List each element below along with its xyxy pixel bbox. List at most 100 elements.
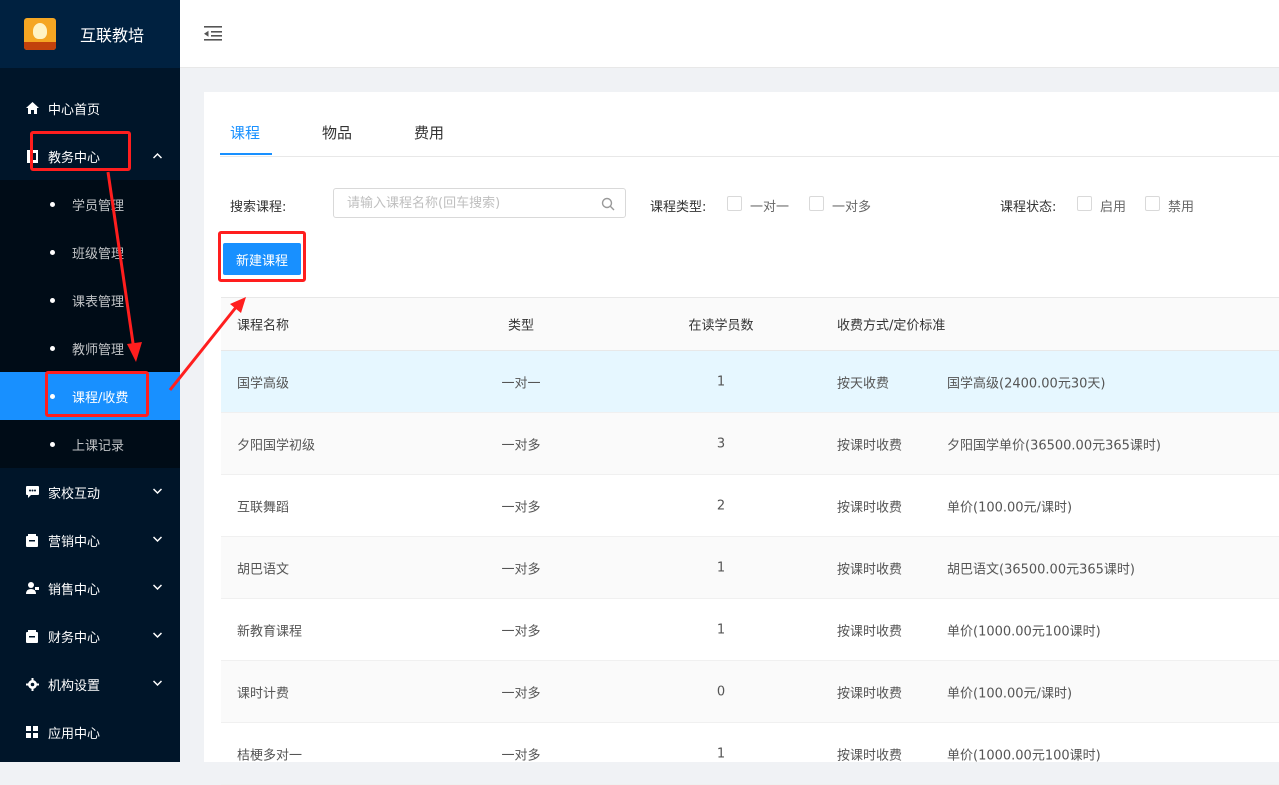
apps-icon — [24, 725, 40, 739]
table-header: 课程名称 类型 在读学员数 收费方式/定价标准 — [221, 297, 1279, 351]
course-name: 国学高级 — [237, 376, 290, 391]
tab-courses[interactable]: 课程 — [230, 122, 260, 143]
chevron-down-icon — [152, 631, 163, 642]
course-type-text: 一对多 — [501, 438, 541, 453]
course-type-text: 一对多 — [501, 562, 541, 577]
sidebar-item-label: 教师管理 — [72, 342, 125, 358]
search-icon[interactable] — [601, 197, 615, 211]
annotation-box-courses — [45, 371, 149, 417]
sidebar-item-label: 应用中心 — [48, 726, 101, 742]
course-name: 课时计费 — [237, 686, 290, 701]
sidebar-item-sales[interactable]: 销售中心 — [0, 564, 180, 612]
price-standard: 国学高级(2400.00元30天) — [947, 376, 1106, 391]
annotation-box-academic — [30, 131, 131, 171]
column-header[interactable]: 课程名称 — [237, 315, 289, 334]
sidebar-item-label: 学员管理 — [72, 198, 125, 214]
charge-method: 按课时收费 — [837, 438, 903, 453]
charge-method: 按课时收费 — [837, 562, 903, 577]
charge-method: 按课时收费 — [837, 500, 903, 515]
status-enabled-checkbox[interactable] — [1077, 196, 1092, 211]
status-option-label: 启用 — [1100, 200, 1127, 215]
search-field[interactable] — [333, 188, 626, 218]
app-logo — [24, 18, 56, 50]
marketing-icon — [24, 533, 40, 547]
status-label: 课程状态: — [1000, 200, 1057, 215]
top-header — [180, 0, 1279, 68]
course-type-text: 一对多 — [501, 748, 541, 763]
course-type-text: 一对多 — [501, 500, 541, 515]
student-count-text: 1 — [716, 622, 726, 637]
sidebar-item-label: 上课记录 — [72, 438, 125, 454]
chat-icon — [24, 485, 40, 499]
sidebar-item-settings[interactable]: 机构设置 — [0, 660, 180, 708]
student-count-text: 2 — [716, 498, 726, 513]
sidebar-item-class-records[interactable]: 上课记录 — [0, 420, 180, 468]
type-option-label: 一对一 — [750, 200, 790, 215]
type-one-to-many-checkbox[interactable] — [809, 196, 824, 211]
price-standard: 胡巴语文(36500.00元365课时) — [947, 562, 1135, 577]
sidebar-item-teachers[interactable]: 教师管理 — [0, 324, 180, 372]
column-header-text: 类型 — [508, 318, 535, 334]
table-row[interactable]: 新教育课程 一对多 1 按课时收费 单价(1000.00元100课时) — [221, 599, 1279, 661]
chevron-up-icon — [152, 151, 163, 162]
brand: 互联教培 — [0, 0, 180, 68]
bullet-icon — [50, 297, 55, 303]
charge-method: 按课时收费 — [837, 686, 903, 701]
tab-fees[interactable]: 费用 — [414, 122, 444, 143]
course-name: 新教育课程 — [237, 624, 303, 639]
course-type-text: 一对多 — [501, 686, 541, 701]
price-standard: 单价(1000.00元100课时) — [947, 624, 1101, 639]
sidebar-item-label: 销售中心 — [48, 582, 101, 598]
course-type-text: 一对一 — [501, 376, 541, 391]
type-one-on-one-checkbox[interactable] — [727, 196, 742, 211]
sidebar-item-marketing[interactable]: 营销中心 — [0, 516, 180, 564]
type-label: 课程类型: — [650, 200, 707, 215]
menu-fold-icon[interactable] — [204, 24, 224, 42]
table-row[interactable]: 国学高级 一对一 1 按天收费 国学高级(2400.00元30天) — [221, 351, 1279, 413]
course-name: 胡巴语文 — [237, 562, 290, 577]
sidebar-item-classes[interactable]: 班级管理 — [0, 228, 180, 276]
table-row[interactable]: 夕阳国学初级 一对多 3 按课时收费 夕阳国学单价(36500.00元365课时… — [221, 413, 1279, 475]
sidebar-item-label: 机构设置 — [48, 678, 101, 694]
sidebar-item-apps[interactable]: 应用中心 — [0, 708, 180, 756]
student-count-text: 3 — [716, 436, 726, 451]
price-standard: 单价(100.00元/课时) — [947, 686, 1073, 701]
sidebar-item-students[interactable]: 学员管理 — [0, 180, 180, 228]
column-header-text: 在读学员数 — [688, 318, 754, 334]
tab-items[interactable]: 物品 — [322, 122, 352, 143]
academic-submenu: 学员管理 班级管理 课表管理 教师管理 课程/收费 上课记录 — [0, 180, 180, 468]
price-standard: 单价(1000.00元100课时) — [947, 748, 1101, 763]
tabs: 课程 物品 费用 — [220, 108, 1279, 157]
sidebar-item-label: 财务中心 — [48, 630, 101, 646]
search-input[interactable] — [345, 195, 589, 212]
sidebar-item-home[interactable]: 中心首页 — [0, 84, 180, 132]
finance-icon — [24, 629, 40, 643]
course-name: 桔梗多对一 — [237, 748, 303, 763]
sales-icon — [24, 581, 40, 595]
price-standard: 单价(100.00元/课时) — [947, 500, 1073, 515]
table-row[interactable]: 互联舞蹈 一对多 2 按课时收费 单价(100.00元/课时) — [221, 475, 1279, 537]
sidebar-item-finance[interactable]: 财务中心 — [0, 612, 180, 660]
status-option-label: 禁用 — [1168, 200, 1195, 215]
chevron-down-icon — [152, 583, 163, 594]
search-label: 搜索课程: — [230, 200, 287, 215]
student-count-text: 1 — [716, 560, 726, 575]
tab-active-indicator — [220, 153, 272, 155]
sidebar-item-home-school[interactable]: 家校互动 — [0, 468, 180, 516]
table-row[interactable]: 桔梗多对一 一对多 1 按课时收费 单价(1000.00元100课时) — [221, 723, 1279, 785]
price-standard: 夕阳国学单价(36500.00元365课时) — [947, 438, 1161, 453]
charge-method: 按天收费 — [837, 376, 890, 391]
course-type-text: 一对多 — [501, 624, 541, 639]
sidebar-item-label: 课表管理 — [72, 294, 125, 310]
student-count-text: 0 — [716, 684, 726, 699]
bullet-icon — [50, 249, 55, 255]
table-row[interactable]: 胡巴语文 一对多 1 按课时收费 胡巴语文(36500.00元365课时) — [221, 537, 1279, 599]
app-title: 互联教培 — [80, 26, 145, 45]
column-header[interactable]: 收费方式/定价标准 — [837, 315, 945, 334]
table-row[interactable]: 课时计费 一对多 0 按课时收费 单价(100.00元/课时) — [221, 661, 1279, 723]
status-disabled-checkbox[interactable] — [1145, 196, 1160, 211]
course-name: 互联舞蹈 — [237, 500, 290, 515]
type-option-label: 一对多 — [832, 200, 872, 215]
sidebar-item-schedule[interactable]: 课表管理 — [0, 276, 180, 324]
student-count-text: 1 — [716, 746, 726, 761]
